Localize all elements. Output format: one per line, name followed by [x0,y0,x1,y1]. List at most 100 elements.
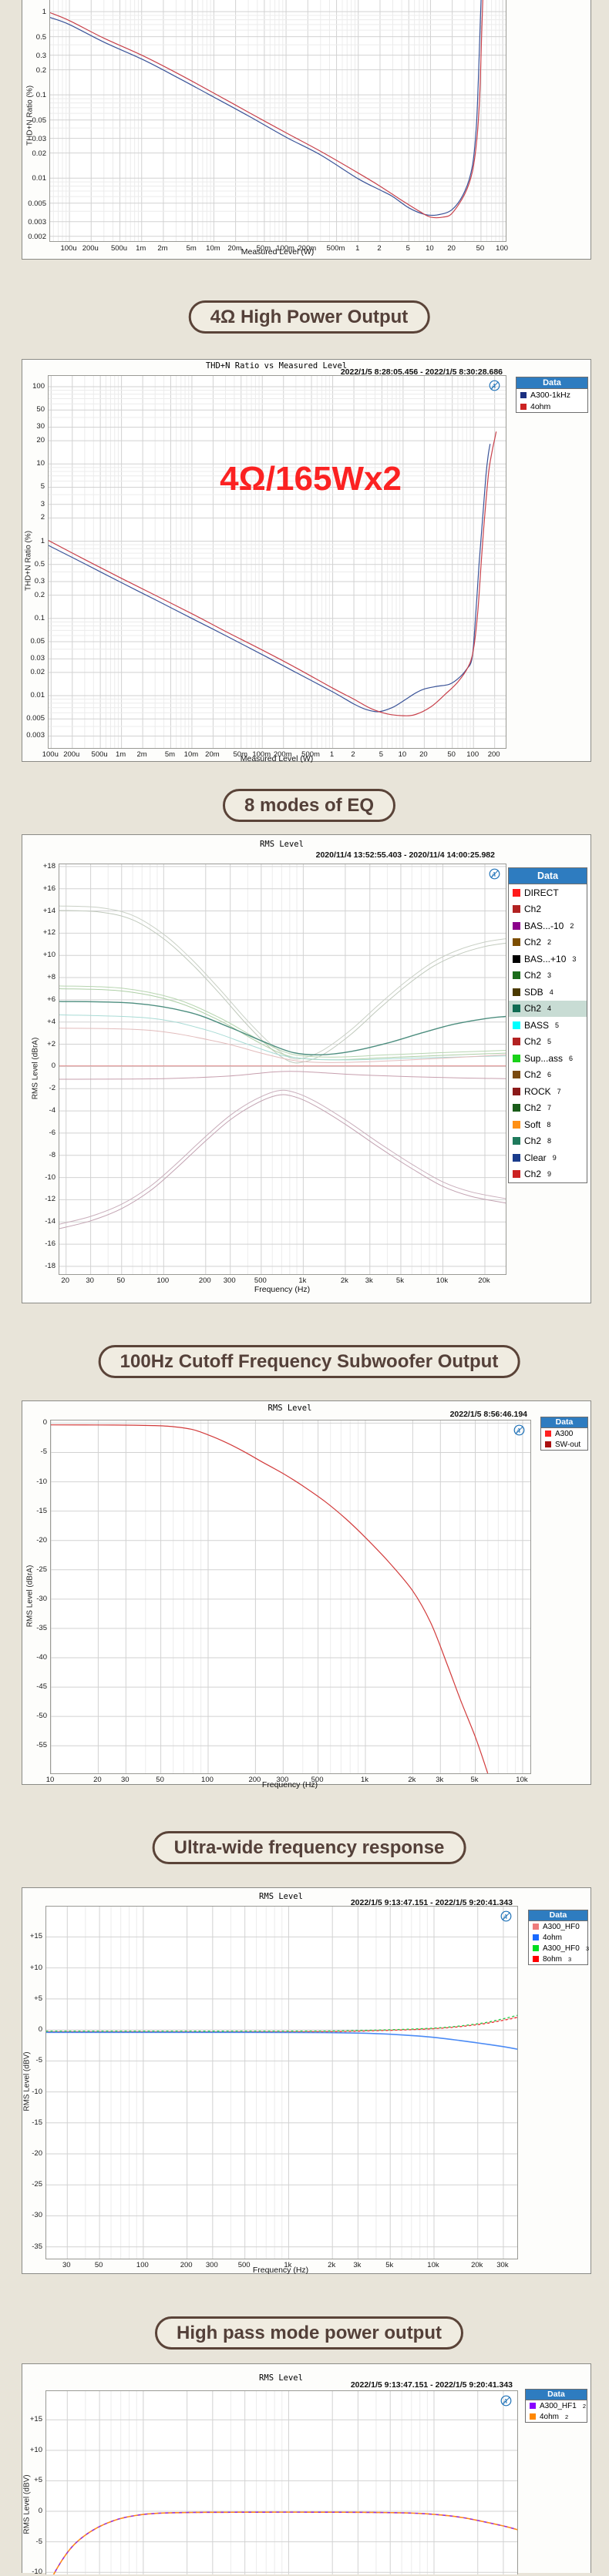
plot-area: A [45,2390,518,2574]
y-tick-label: -25 [18,1565,47,1574]
legend-item: A300_HF03 [529,1943,587,1954]
y-tick-label: +2 [26,1040,56,1048]
audio-precision-logo-icon: A [489,380,500,391]
y-tick-label: -16 [26,1239,56,1248]
y-tick-label: 0.005 [17,200,46,208]
audio-precision-logo-icon: A [513,1424,525,1436]
x-axis-label: Frequency (Hz) [254,1285,310,1294]
y-tick-label: 0.2 [17,66,46,75]
y-tick-label: 0.5 [17,33,46,42]
x-tick-label: 50 [83,2261,114,2269]
audio-precision-logo-icon: A [500,1910,512,1922]
x-tick-label: 500 [245,1276,276,1285]
series-bass+10-a [59,906,506,1059]
legend-header: Data [516,377,587,389]
x-tick-label: 30 [109,1776,140,1784]
legend-item: Ch26 [509,1067,587,1084]
legend-item: Ch28 [509,1133,587,1150]
y-tick-label: -5 [18,1447,47,1456]
y-tick-label: -35 [18,1624,47,1632]
x-tick-label: 30k [487,2261,518,2269]
series-8ohm-red [50,0,483,218]
x-tick-label: 3k [424,1776,455,1784]
y-tick-label: 0.03 [15,654,45,662]
y-tick-label: 1 [17,8,46,16]
legend-swatch-icon [513,905,520,913]
y-tick-label: 30 [15,422,45,431]
x-tick-label: 100 [192,1776,223,1784]
y-tick-label: -10 [18,1478,47,1486]
x-tick-label: 20 [436,244,467,253]
y-tick-label: -5 [13,2537,42,2546]
legend-swatch-icon [533,1934,539,1940]
y-tick-label: -20 [13,2149,42,2158]
legend-swatch-icon [513,1154,520,1162]
chart-panel-thdn-8ohm: THD+N Ratio (%) Measured Level (W) 100u2… [22,0,591,260]
legend-item: BASS5 [509,1017,587,1034]
x-tick-label: 20m [197,750,227,759]
x-tick-label: 20k [469,1276,500,1285]
y-tick-label: +14 [26,907,56,915]
legend-swatch-icon [530,2413,536,2420]
series-rock-a [59,986,506,1057]
legend-swatch-icon [513,889,520,897]
chart-panel-thdn-4ohm: THD+N Ratio vs Measured Level 2022/1/5 8… [22,359,591,762]
y-tick-label: -30 [18,1595,47,1603]
section-heading-pill: 8 modes of EQ [223,789,395,822]
series-bass-10-a [59,1090,506,1224]
series-minus1 [59,1072,506,1079]
y-tick-label: -8 [26,1151,56,1159]
y-tick-label: +6 [26,995,56,1004]
legend-item: A300 [541,1428,587,1439]
legend-item: ROCK7 [509,1083,587,1100]
legend-swatch-icon [513,1137,520,1145]
x-tick-label: 300 [267,1776,298,1784]
y-tick-label: 0.1 [15,614,45,622]
legend-swatch-icon [513,971,520,979]
chart-timestamp: 2022/1/5 9:13:47.151 - 2022/1/5 9:20:41.… [351,2380,513,2390]
section-heading-pill: Ultra-wide frequency response [153,1831,466,1864]
x-tick-label: 5k [459,1776,490,1784]
legend-item: 8ohm3 [529,1954,587,1964]
legend: Data A300_HF124ohm2 [525,2389,587,2423]
x-tick-label: 200m [291,244,322,253]
y-tick-label: -4 [26,1106,56,1115]
legend-item: A300_HF12 [526,2400,587,2411]
x-tick-label: 30 [75,1276,106,1285]
y-tick-label: 0.005 [15,714,45,723]
y-tick-label: -40 [18,1653,47,1662]
y-tick-label: 0 [13,2507,42,2515]
y-tick-label: 0.3 [17,52,46,60]
svg-text:A: A [503,2398,508,2405]
y-tick-label: 3 [15,500,45,508]
legend-item: Ch22 [509,934,587,951]
legend-swatch-icon [513,1055,520,1062]
y-tick-label: -18 [26,1262,56,1270]
y-tick-label: -15 [13,2118,42,2127]
legend-swatch-icon [513,1104,520,1112]
y-tick-label: -10 [26,1173,56,1182]
y-tick-label: 0.01 [17,174,46,183]
y-tick-label: 0.05 [17,116,46,125]
x-tick-label: 100 [127,2261,158,2269]
y-tick-label: -2 [26,1084,56,1092]
y-tick-label: -12 [26,1195,56,1203]
legend-item: Soft8 [509,1116,587,1133]
y-tick-label: +16 [26,884,56,893]
y-tick-label: 0 [13,2025,42,2034]
y-tick-label: 2 [15,513,45,522]
x-tick-label: 500 [229,2261,260,2269]
y-tick-label: -15 [18,1507,47,1515]
x-tick-label: 30 [51,2261,82,2269]
legend-swatch-icon [513,1005,520,1012]
legend-header: Data [526,2390,587,2400]
legend: Data A300SW-out [540,1417,588,1451]
y-tick-label: -5 [13,2056,42,2064]
y-tick-label: 50 [15,405,45,414]
y-tick-label: 0.002 [17,233,46,241]
x-tick-label: 200 [479,750,510,759]
x-tick-label: 300 [214,1276,245,1285]
y-tick-label: 0.2 [15,591,45,599]
legend-swatch-icon [513,1021,520,1029]
legend-item: Ch23 [509,968,587,984]
